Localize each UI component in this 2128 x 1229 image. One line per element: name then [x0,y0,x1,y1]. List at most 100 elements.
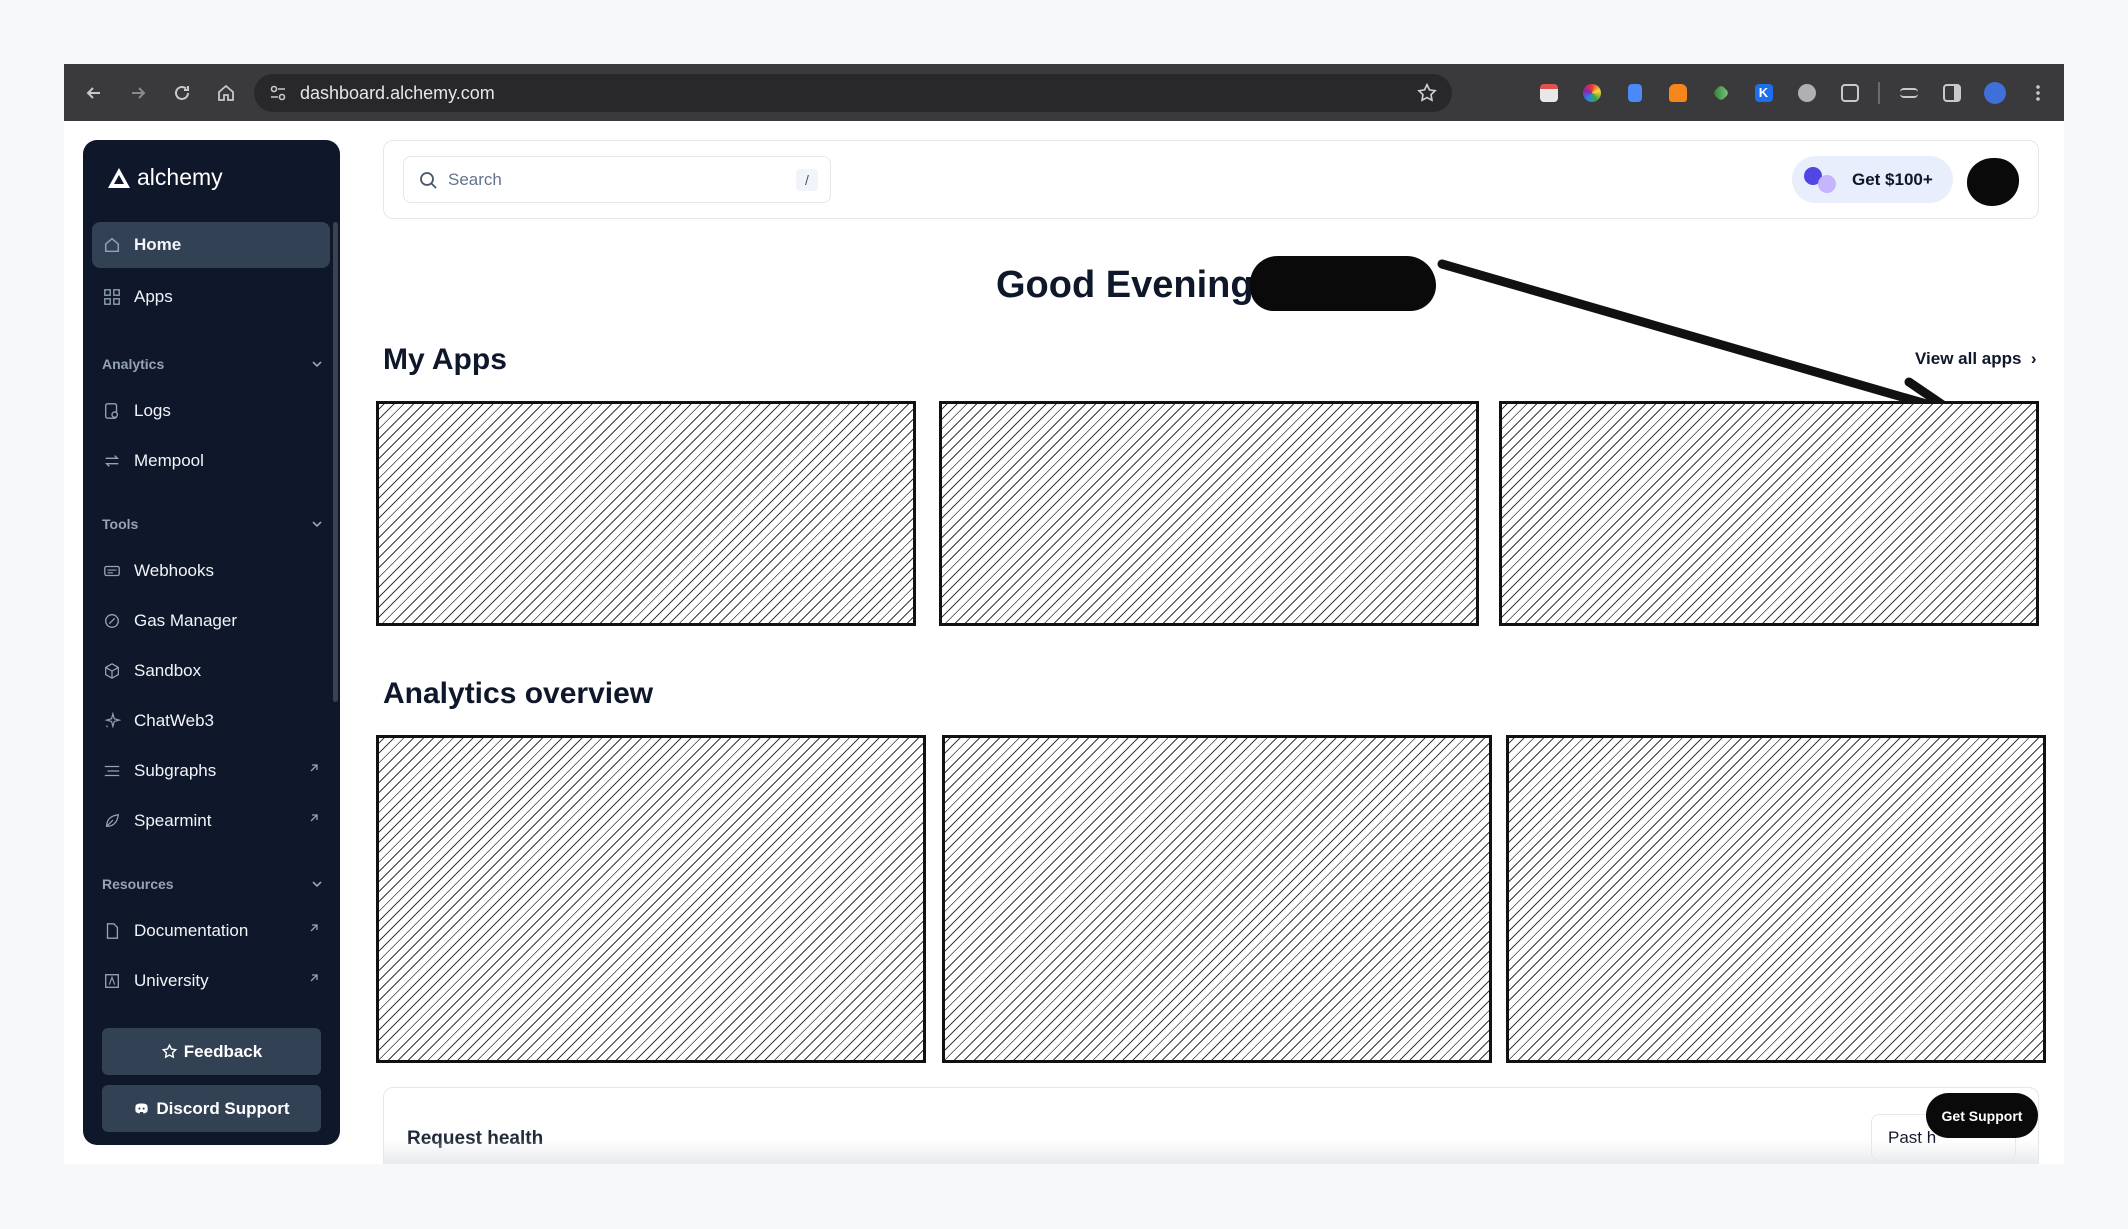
cube-icon [102,661,122,681]
discord-icon [135,1103,149,1114]
browser-menu-icon[interactable] [2023,78,2052,107]
extension-metamask-icon[interactable] [1663,78,1692,107]
subgraph-lines-icon [102,761,122,781]
external-link-icon [310,924,318,932]
address-bar[interactable]: dashboard.alchemy.com [254,74,1452,112]
extension-bird-icon[interactable] [1792,78,1821,107]
browser-toolbar: dashboard.alchemy.com K [64,64,2064,121]
search-input[interactable]: Search / [403,156,831,203]
sidebar-item-label: Sandbox [134,661,202,680]
sidebar-item-subgraphs[interactable]: Subgraphs [92,748,330,794]
app-card-3[interactable] [1499,401,2039,626]
forward-button[interactable] [118,73,158,113]
profile-avatar-icon[interactable] [1980,78,2009,107]
url-text: dashboard.alchemy.com [300,82,495,103]
annotation-arrow [1437,259,1961,425]
sidebar-item-label: Spearmint [134,811,212,830]
sidebar-item-label: Logs [134,401,171,420]
analytics-card-1[interactable] [376,735,926,1063]
back-arrow-icon [86,86,100,99]
sidebar-item-label: Home [134,235,182,254]
sidebar-item-label: Gas Manager [134,611,237,630]
analytics-card-2[interactable] [942,735,1492,1063]
bookmark-star-icon[interactable] [1416,82,1438,104]
sidebar-item-label: Apps [134,287,173,306]
extension-rocket-icon[interactable] [1706,78,1735,107]
app-card-2[interactable] [939,401,1479,626]
get-support-button[interactable]: Get Support [1926,1093,2038,1138]
sidebar-item-webhooks[interactable]: Webhooks [92,548,330,594]
chevron-down-icon [312,521,322,528]
analytics-card-3[interactable] [1506,735,2046,1063]
sidebar-item-documentation[interactable]: Documentation [92,908,330,954]
sidebar-item-label: University [134,971,209,990]
alchemy-logo-icon [108,167,130,188]
grid-icon [102,287,122,307]
sidebar: alchemy Home Apps Analytics Logs Mempool… [83,140,340,1145]
section-resources[interactable]: Resources [102,876,324,892]
discord-support-button[interactable]: Discord Support [102,1085,321,1132]
app-card-1[interactable] [376,401,916,626]
section-title: Tools [102,516,139,532]
search-placeholder: Search [448,169,502,189]
reload-button[interactable] [162,73,202,113]
sidebar-scrollbar[interactable] [333,222,338,702]
sidebar-item-label: ChatWeb3 [134,711,215,730]
top-header: Search / Get $100+ [383,140,2039,219]
sidebar-item-label: Webhooks [134,561,215,580]
chevron-right-icon: › [2026,349,2037,368]
forward-arrow-icon [132,86,146,99]
side-panel-icon[interactable] [1937,78,1966,107]
greeting-heading: Good Evening, [996,264,1265,306]
brand-logo[interactable]: alchemy [107,164,223,191]
sidebar-item-label: Documentation [134,921,249,940]
brand-name: alchemy [137,164,223,190]
chevron-down-icon [312,361,322,368]
reload-icon [175,85,189,100]
search-shortcut-key: / [796,169,818,191]
feedback-button[interactable]: Feedback [102,1028,321,1075]
chevron-down-icon [312,881,322,888]
back-button[interactable] [74,73,114,113]
home-button[interactable] [206,73,246,113]
logs-icon [102,401,122,421]
my-apps-heading: My Apps [383,343,507,376]
university-icon [102,971,122,991]
discord-support-label: Discord Support [156,1098,290,1118]
site-settings-icon[interactable] [268,83,288,103]
reading-list-icon[interactable] [1894,78,1923,107]
extension-k-icon[interactable]: K [1749,78,1778,107]
extension-docs-icon[interactable] [1620,78,1649,107]
extension-calendar-icon[interactable] [1534,78,1563,107]
sidebar-item-logs[interactable]: Logs [92,388,330,434]
sidebar-item-label: Subgraphs [134,761,217,780]
sidebar-item-sandbox[interactable]: Sandbox [92,648,330,694]
feedback-label: Feedback [183,1041,263,1061]
sidebar-item-home[interactable]: Home [92,222,330,268]
extensions-puzzle-icon[interactable] [1835,78,1864,107]
external-link-icon [310,814,318,822]
sidebar-item-mempool[interactable]: Mempool [92,438,330,484]
user-avatar[interactable] [1967,158,2019,206]
sidebar-item-university[interactable]: University [92,958,330,1004]
external-link-icon [310,764,318,772]
swap-arrows-icon [102,451,122,471]
sidebar-item-chatweb3[interactable]: ChatWeb3 [92,698,330,744]
section-title: Analytics [102,356,165,372]
extension-colorwheel-icon[interactable] [1577,78,1606,107]
extensions-bar: K [1534,78,2052,107]
scroll-fade [383,1139,2039,1164]
section-tools[interactable]: Tools [102,516,324,532]
section-analytics[interactable]: Analytics [102,356,324,372]
sidebar-item-apps[interactable]: Apps [92,274,330,320]
home-icon [218,84,234,101]
promo-label: Get $100+ [1852,169,1933,189]
referral-promo-button[interactable]: Get $100+ [1792,156,1953,203]
view-all-apps-link[interactable]: View all apps › [1915,349,2037,369]
gas-icon [102,611,122,631]
analytics-overview-heading: Analytics overview [383,677,654,710]
sidebar-item-label: Mempool [134,451,204,470]
sidebar-item-spearmint[interactable]: Spearmint [92,798,330,844]
toolbar-divider [1878,81,1880,104]
sidebar-item-gas-manager[interactable]: Gas Manager [92,598,330,644]
